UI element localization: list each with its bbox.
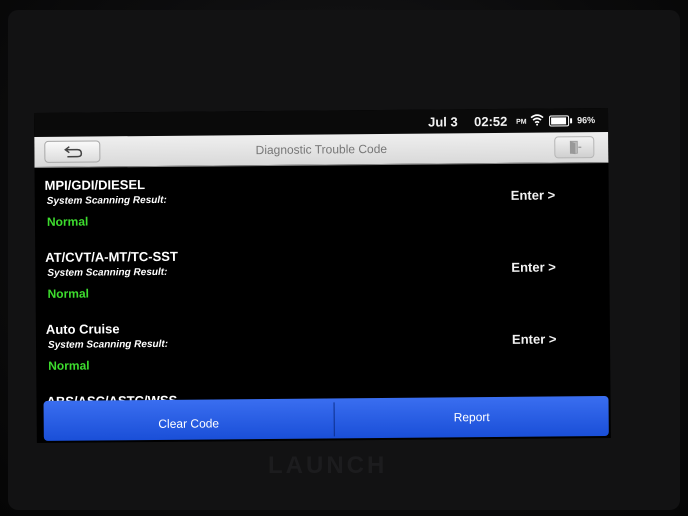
system-name: MPI/GDI/DIESEL: [44, 177, 146, 193]
tablet-device: Jul 3 02:52 PM 96% Diagnostic Trouble Co…: [0, 0, 688, 516]
scan-result-status: Normal: [48, 358, 90, 373]
enter-button[interactable]: Enter >: [511, 187, 556, 202]
action-bar: Clear Code Report: [43, 395, 609, 441]
system-name: Auto Cruise: [45, 321, 120, 337]
scan-result-status: Normal: [47, 286, 89, 301]
system-list: MPI/GDI/DIESEL System Scanning Result: N…: [34, 163, 610, 413]
page-title: Diagnostic Trouble Code: [255, 141, 388, 158]
title-bar: Diagnostic Trouble Code: [34, 131, 609, 168]
screen: Jul 3 02:52 PM 96% Diagnostic Trouble Co…: [34, 107, 611, 443]
enter-button[interactable]: Enter >: [511, 259, 556, 274]
brand-logo: LAUNCH: [268, 452, 388, 479]
system-item: Auto Cruise System Scanning Result: Norm…: [36, 307, 611, 384]
system-item: AT/CVT/A-MT/TC-SST System Scanning Resul…: [35, 235, 610, 312]
status-time: 02:52: [474, 113, 508, 130]
scan-result-label: System Scanning Result:: [46, 194, 167, 207]
battery-fill: [551, 117, 567, 125]
battery-icon: [549, 115, 570, 127]
clear-code-button[interactable]: Clear Code: [44, 398, 334, 441]
system-name: AT/CVT/A-MT/TC-SST: [45, 248, 178, 265]
scan-result-status: Normal: [46, 214, 89, 229]
battery-percent: 96%: [577, 115, 596, 126]
report-button[interactable]: Report: [335, 396, 609, 438]
status-ampm: PM: [516, 118, 527, 126]
scan-result-label: System Scanning Result:: [47, 338, 169, 351]
status-date: Jul 3: [428, 114, 458, 130]
scan-result-label: System Scanning Result:: [47, 266, 168, 279]
system-item: MPI/GDI/DIESEL System Scanning Result: N…: [34, 163, 609, 240]
exit-button[interactable]: [554, 136, 595, 159]
wifi-icon: [530, 114, 544, 129]
enter-button[interactable]: Enter >: [512, 331, 557, 346]
